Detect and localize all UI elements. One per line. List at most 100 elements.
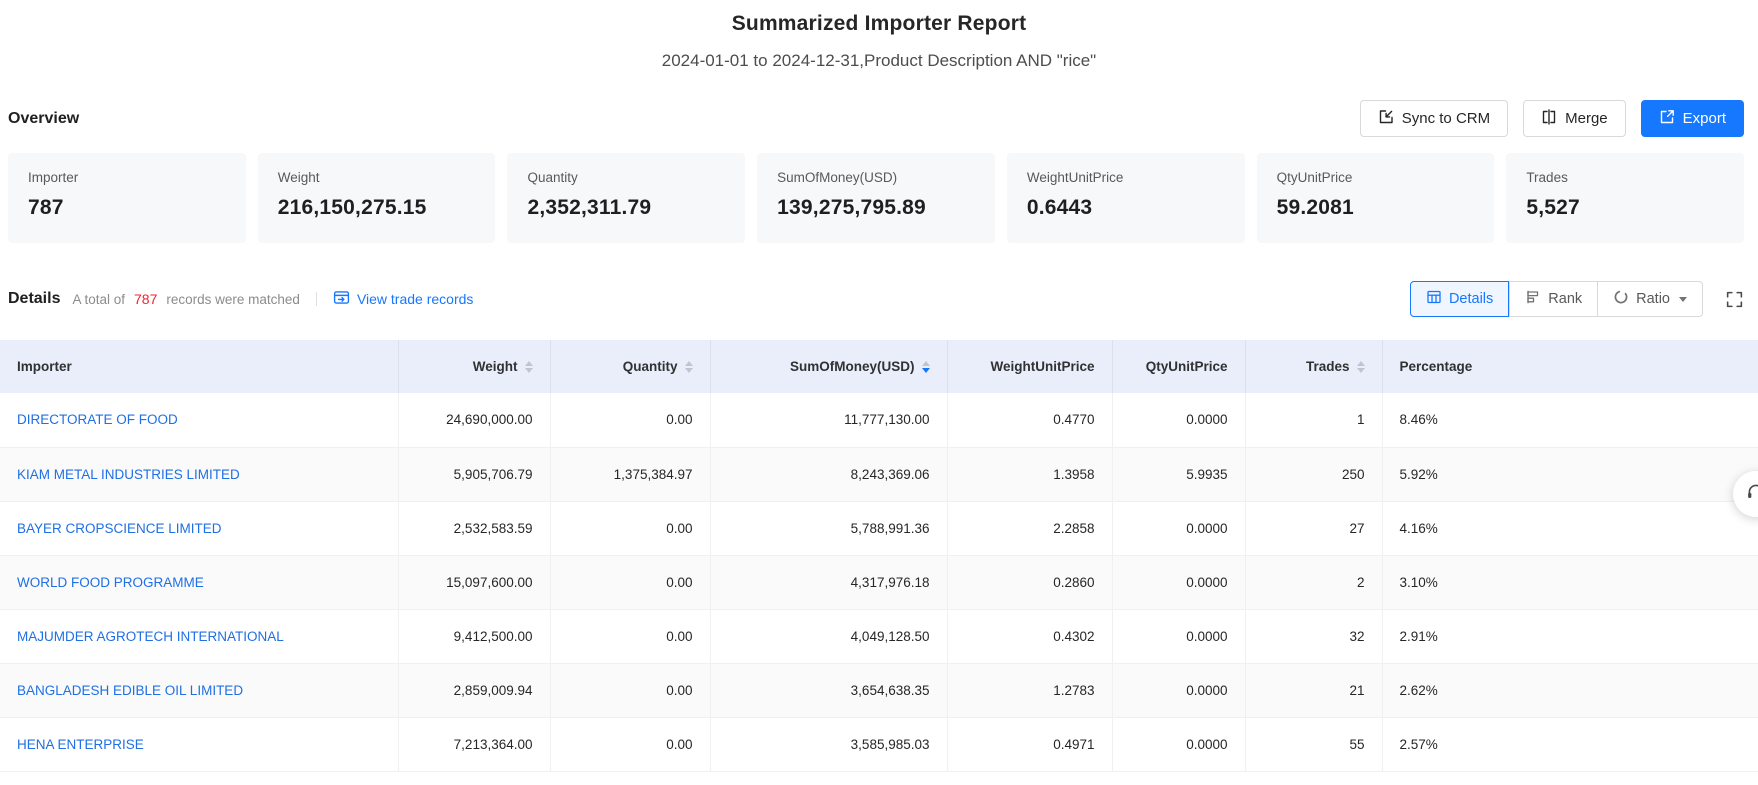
sync-to-crm-button[interactable]: Sync to CRM [1360,100,1508,137]
cell-quantity: 0.00 [550,609,710,663]
cell-weight-unit-price: 0.4770 [947,393,1112,447]
cell-sum-of-money: 4,049,128.50 [710,609,947,663]
table-header-row: Importer Weight Quantity [0,340,1758,393]
table-row: HENA ENTERPRISE 7,213,364.00 0.00 3,585,… [0,717,1758,771]
col-header-sum-of-money[interactable]: SumOfMoney(USD) [710,340,947,393]
view-trade-records-icon [333,289,350,309]
col-label: Quantity [623,359,678,374]
sync-to-crm-label: Sync to CRM [1402,110,1490,127]
cell-weight: 7,213,364.00 [398,717,550,771]
cell-qty-unit-price: 0.0000 [1112,717,1245,771]
importer-link[interactable]: DIRECTORATE OF FOOD [17,412,178,427]
col-label: SumOfMoney(USD) [790,359,915,374]
cell-qty-unit-price: 0.0000 [1112,501,1245,555]
cell-qty-unit-price: 5.9935 [1112,447,1245,501]
stat-label: Importer [28,170,226,185]
sort-icon-trades[interactable] [1357,361,1365,373]
stat-value: 2,352,311.79 [527,196,725,220]
merge-button[interactable]: Merge [1523,100,1626,137]
cell-weight-unit-price: 1.3958 [947,447,1112,501]
col-header-quantity[interactable]: Quantity [550,340,710,393]
overview-heading: Overview [8,110,79,128]
total-prefix: A total of [72,292,125,307]
stat-label: Trades [1526,170,1724,185]
sort-icon-quantity[interactable] [685,361,693,373]
tab-rank-view[interactable]: Rank [1509,281,1598,317]
importer-link[interactable]: BAYER CROPSCIENCE LIMITED [17,521,222,536]
report-header: Summarized Importer Report 2024-01-01 to… [0,0,1758,71]
cell-weight: 2,532,583.59 [398,501,550,555]
stat-value: 5,527 [1526,196,1724,220]
cell-trades: 32 [1245,609,1382,663]
sort-icon-sum-of-money-desc-active[interactable] [922,361,930,373]
cell-percentage: 8.46% [1382,393,1758,447]
stat-label: Weight [278,170,476,185]
cell-qty-unit-price: 0.0000 [1112,393,1245,447]
view-trade-records-label: View trade records [357,291,473,307]
importer-link[interactable]: BANGLADESH EDIBLE OIL LIMITED [17,683,243,698]
stat-card-trades: Trades 5,527 [1506,153,1744,243]
merge-label: Merge [1565,110,1608,127]
col-header-trades[interactable]: Trades [1245,340,1382,393]
table-row: BAYER CROPSCIENCE LIMITED 2,532,583.59 0… [0,501,1758,555]
fullscreen-button[interactable] [1725,290,1744,309]
tab-details-view[interactable]: Details [1410,281,1509,317]
cell-percentage: 2.57% [1382,717,1758,771]
rank-bars-icon [1525,289,1541,309]
cell-weight: 9,412,500.00 [398,609,550,663]
cell-weight-unit-price: 1.2783 [947,663,1112,717]
cell-quantity: 0.00 [550,555,710,609]
stat-value: 787 [28,196,226,220]
table-row: BANGLADESH EDIBLE OIL LIMITED 2,859,009.… [0,663,1758,717]
chevron-down-icon [1679,297,1687,302]
col-header-weight-unit-price: WeightUnitPrice [947,340,1112,393]
col-label: Percentage [1400,359,1473,374]
cell-trades: 27 [1245,501,1382,555]
table-row: WORLD FOOD PROGRAMME 15,097,600.00 0.00 … [0,555,1758,609]
cell-trades: 1 [1245,393,1382,447]
cell-percentage: 5.92% [1382,447,1758,501]
importer-link[interactable]: HENA ENTERPRISE [17,737,144,752]
cell-quantity: 0.00 [550,717,710,771]
cell-quantity: 0.00 [550,663,710,717]
table-row: MAJUMDER AGROTECH INTERNATIONAL 9,412,50… [0,609,1758,663]
tab-ratio-view[interactable]: Ratio [1598,281,1703,317]
toolbar-row: Overview Sync to CRM [0,100,1758,137]
total-suffix: records were matched [166,292,300,307]
table-row: KIAM METAL INDUSTRIES LIMITED 5,905,706.… [0,447,1758,501]
cell-weight-unit-price: 2.2858 [947,501,1112,555]
cell-trades: 2 [1245,555,1382,609]
matched-count: 787 [134,291,157,307]
col-header-qty-unit-price: QtyUnitPrice [1112,340,1245,393]
view-trade-records-link[interactable]: View trade records [333,289,473,309]
cell-quantity: 0.00 [550,501,710,555]
cell-trades: 21 [1245,663,1382,717]
ratio-ring-icon [1613,289,1629,309]
cell-quantity: 0.00 [550,393,710,447]
table-grid-icon [1426,289,1442,309]
col-label: WeightUnitPrice [990,359,1094,374]
tab-ratio-label: Ratio [1636,291,1670,307]
tab-details-label: Details [1449,291,1493,307]
view-toggle-group: Details Rank [1410,281,1703,317]
stat-card-weight-unit-price: WeightUnitPrice 0.6443 [1007,153,1245,243]
cell-percentage: 4.16% [1382,501,1758,555]
importer-link[interactable]: WORLD FOOD PROGRAMME [17,575,204,590]
col-header-weight[interactable]: Weight [398,340,550,393]
cell-weight-unit-price: 0.4971 [947,717,1112,771]
stat-card-sum-of-money: SumOfMoney(USD) 139,275,795.89 [757,153,995,243]
cell-weight: 5,905,706.79 [398,447,550,501]
sort-icon-weight[interactable] [525,361,533,373]
importer-link[interactable]: MAJUMDER AGROTECH INTERNATIONAL [17,629,284,644]
stat-card-qty-unit-price: QtyUnitPrice 59.2081 [1257,153,1495,243]
cell-sum-of-money: 8,243,369.06 [710,447,947,501]
importer-table-wrap: Importer Weight Quantity [0,340,1758,772]
cell-sum-of-money: 3,585,985.03 [710,717,947,771]
export-label: Export [1683,110,1726,127]
headset-icon [1745,481,1758,508]
export-button[interactable]: Export [1641,100,1744,137]
cell-qty-unit-price: 0.0000 [1112,609,1245,663]
tab-rank-label: Rank [1548,291,1582,307]
merge-icon [1541,109,1557,129]
importer-link[interactable]: KIAM METAL INDUSTRIES LIMITED [17,467,240,482]
